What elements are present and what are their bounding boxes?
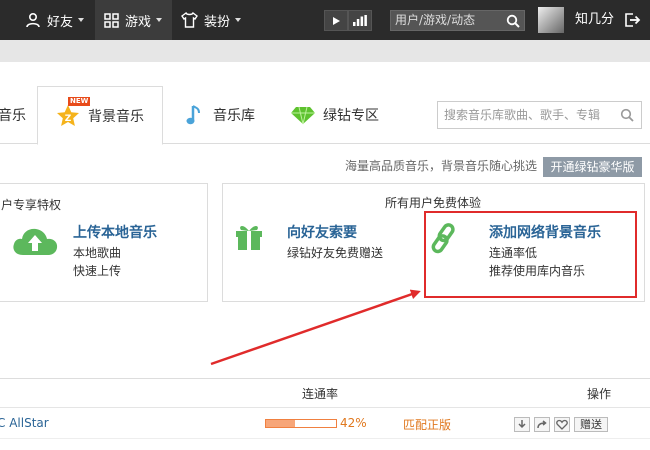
connection-rate-fill: [266, 420, 296, 427]
favorite-button[interactable]: [554, 417, 570, 432]
col-rate-header: 连通率: [302, 387, 339, 401]
connection-rate-bar: [265, 419, 337, 428]
share-icon: [537, 420, 547, 429]
match-status: 匹配正版: [403, 418, 452, 432]
download-button[interactable]: [514, 417, 530, 432]
gift-button[interactable]: 赠送: [574, 417, 608, 432]
song-name[interactable]: C AllStar: [0, 416, 49, 430]
download-icon: [518, 420, 526, 429]
col-ops-header: 操作: [587, 387, 612, 401]
rate-percent: 42%: [340, 416, 367, 430]
heart-icon: [556, 419, 568, 430]
share-button[interactable]: [534, 417, 550, 432]
music-table-header: 连通率 操作: [0, 378, 650, 408]
